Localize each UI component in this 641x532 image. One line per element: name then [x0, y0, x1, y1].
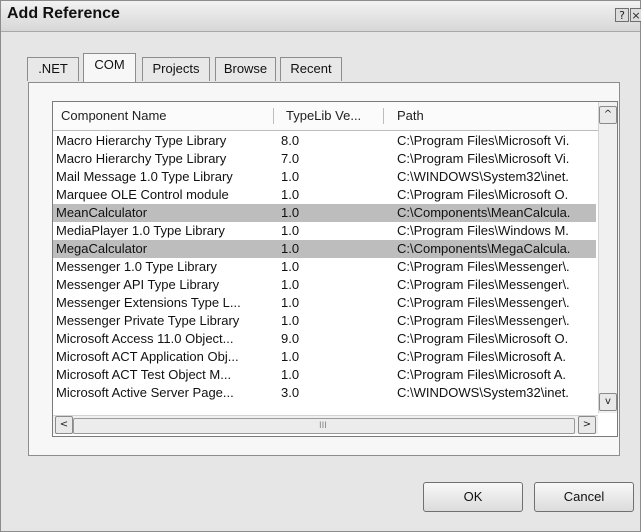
component-name-cell: Microsoft ACT Application Obj...	[56, 349, 239, 364]
component-name-cell: Messenger Private Type Library	[56, 313, 240, 328]
cancel-button[interactable]: Cancel	[534, 482, 634, 512]
component-name-cell: Microsoft Access 11.0 Object...	[56, 331, 234, 346]
component-name-cell: MediaPlayer 1.0 Type Library	[56, 223, 225, 238]
table-row[interactable]: Messenger Extensions Type L... 1.0 C:\Prog…	[53, 294, 596, 312]
component-list[interactable]: Component Name TypeLib Ve... Path Macro …	[52, 101, 618, 437]
window-title: Add Reference	[7, 5, 120, 22]
tab-projects[interactable]: Projects	[142, 57, 210, 81]
component-name-cell: Messenger 1.0 Type Library	[56, 259, 217, 274]
close-button[interactable]: ×	[630, 8, 641, 22]
path-cell: C:\Program Files\Microsoft A.	[397, 367, 567, 382]
typelib-version-cell: 1.0	[281, 205, 300, 220]
table-row[interactable]: Messenger 1.0 Type Library 1.0 C:\Program …	[53, 258, 596, 276]
table-row[interactable]: Macro Hierarchy Type Library 8.0 C:\Progra…	[53, 132, 596, 150]
column-divider[interactable]	[383, 108, 384, 124]
component-name-cell: Messenger API Type Library	[56, 277, 220, 292]
horizontal-scroll-thumb[interactable]: III	[73, 418, 575, 434]
typelib-version-cell: 1.0	[281, 313, 300, 328]
scroll-up-button[interactable]: ^	[599, 106, 617, 124]
component-name-cell: MeanCalculator	[56, 205, 148, 220]
table-row[interactable]: Macro Hierarchy Type Library 7.0 C:\Progra…	[53, 150, 596, 168]
table-row[interactable]: Microsoft Active Server Page... 3.0 C:\WIN…	[53, 384, 596, 402]
component-name-cell: MegaCalculator	[56, 241, 148, 256]
typelib-version-cell: 1.0	[281, 169, 300, 184]
path-cell: C:\Program Files\Windows M.	[397, 223, 569, 238]
path-cell: C:\Program Files\Messenger\.	[397, 277, 570, 292]
typelib-version-cell: 1.0	[281, 241, 300, 256]
typelib-version-cell: 1.0	[281, 367, 300, 382]
vertical-scrollbar[interactable]: ^ v	[598, 102, 617, 413]
path-cell: C:\Program Files\Microsoft A.	[397, 349, 567, 364]
scroll-down-button[interactable]: v	[599, 393, 617, 411]
component-name-cell: Microsoft ACT Test Object M...	[56, 367, 232, 382]
list-rows: Macro Hierarchy Type Library 8.0 C:\Progra…	[53, 132, 596, 402]
tab-net[interactable]: .NET	[27, 57, 79, 81]
path-cell: C:\Program Files\Messenger\.	[397, 313, 570, 328]
horizontal-scrollbar[interactable]: < III >	[53, 415, 598, 434]
component-name-cell: Marquee OLE Control module	[56, 187, 229, 202]
component-name-cell: Messenger Extensions Type L...	[56, 295, 241, 310]
table-row[interactable]: Marquee OLE Control module 1.0 C:\Program …	[53, 186, 596, 204]
table-row[interactable]: Mail Message 1.0 Type Library 1.0 C:\WINDO…	[53, 168, 596, 186]
typelib-version-cell: 9.0	[281, 331, 300, 346]
add-reference-dialog: Add Reference ? × .NET COM Projects Brow…	[0, 0, 641, 532]
tab-com[interactable]: COM	[83, 53, 136, 82]
path-cell: C:\Components\MegaCalcula.	[397, 241, 571, 256]
scroll-grip-icon: III	[319, 421, 327, 431]
column-divider[interactable]	[273, 108, 274, 124]
help-button[interactable]: ?	[615, 8, 629, 22]
title-bar: Add Reference ? ×	[1, 1, 641, 32]
typelib-version-cell: 1.0	[281, 277, 300, 292]
table-row[interactable]: Microsoft ACT Test Object M... 1.0 C:\Prog…	[53, 366, 596, 384]
path-cell: C:\Program Files\Microsoft O.	[397, 331, 569, 346]
ok-button[interactable]: OK	[423, 482, 523, 512]
table-row[interactable]: Messenger Private Type Library 1.0 C:\Prog…	[53, 312, 596, 330]
path-cell: C:\Program Files\Microsoft O.	[397, 187, 569, 202]
tab-browse[interactable]: Browse	[215, 57, 276, 81]
typelib-version-cell: 1.0	[281, 349, 300, 364]
typelib-version-cell: 7.0	[281, 151, 300, 166]
path-cell: C:\Components\MeanCalcula.	[397, 205, 571, 220]
component-name-cell: Macro Hierarchy Type Library	[56, 133, 227, 148]
typelib-version-cell: 1.0	[281, 187, 300, 202]
typelib-version-cell: 1.0	[281, 295, 300, 310]
scroll-left-button[interactable]: <	[55, 416, 73, 434]
column-header-typelib-version[interactable]: TypeLib Ve...	[286, 102, 361, 130]
scroll-right-button[interactable]: >	[578, 416, 596, 434]
column-header-component-name[interactable]: Component Name	[61, 102, 167, 130]
path-cell: C:\WINDOWS\System32\inet.	[397, 385, 569, 400]
typelib-version-cell: 3.0	[281, 385, 300, 400]
path-cell: C:\WINDOWS\System32\inet.	[397, 169, 569, 184]
path-cell: C:\Program Files\Microsoft Vi.	[397, 133, 570, 148]
column-header-path[interactable]: Path	[397, 102, 424, 130]
typelib-version-cell: 8.0	[281, 133, 300, 148]
table-row[interactable]: Microsoft ACT Application Obj... 1.0 C:\Pr…	[53, 348, 596, 366]
typelib-version-cell: 1.0	[281, 259, 300, 274]
path-cell: C:\Program Files\Messenger\.	[397, 295, 570, 310]
path-cell: C:\Program Files\Microsoft Vi.	[397, 151, 570, 166]
component-name-cell: Microsoft Active Server Page...	[56, 385, 234, 400]
path-cell: C:\Program Files\Messenger\.	[397, 259, 570, 274]
table-row[interactable]: Messenger API Type Library 1.0 C:\Program …	[53, 276, 596, 294]
list-header: Component Name TypeLib Ve... Path	[53, 102, 617, 131]
table-row[interactable]: Microsoft Access 11.0 Object... 9.0 C:\Pro…	[53, 330, 596, 348]
table-row[interactable]: MegaCalculator 1.0 C:\Components\MegaCalcu…	[53, 240, 596, 258]
component-name-cell: Mail Message 1.0 Type Library	[56, 169, 233, 184]
tab-recent[interactable]: Recent	[280, 57, 342, 81]
component-name-cell: Macro Hierarchy Type Library	[56, 151, 227, 166]
typelib-version-cell: 1.0	[281, 223, 300, 238]
table-row[interactable]: MeanCalculator 1.0 C:\Components\MeanCalcu…	[53, 204, 596, 222]
table-row[interactable]: MediaPlayer 1.0 Type Library 1.0 C:\Progra…	[53, 222, 596, 240]
